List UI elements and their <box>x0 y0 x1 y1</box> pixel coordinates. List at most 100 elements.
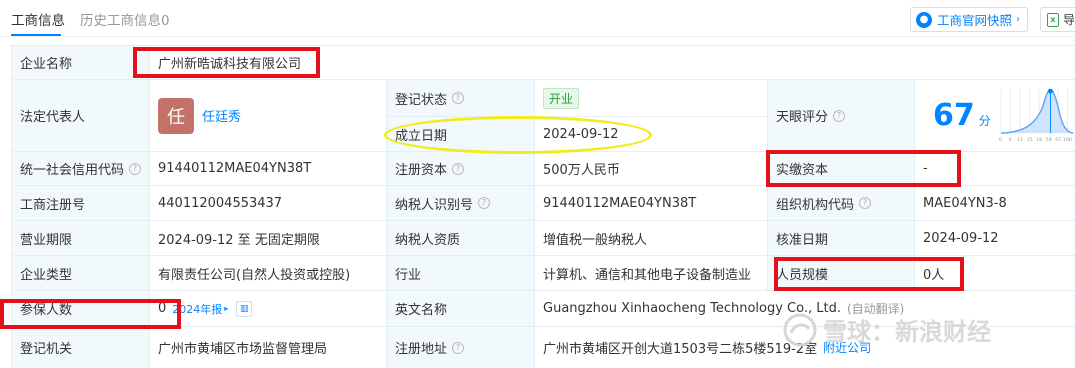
tick-label: 4 <box>1008 136 1011 142</box>
help-icon[interactable]: ? <box>478 197 491 209</box>
snapshot-label: 工商官网快照 <box>937 13 1013 28</box>
snowball-logo-icon <box>783 313 817 346</box>
export-button[interactable]: x 导 <box>1040 7 1075 32</box>
label-taxpayer-qual: 纳税人资质 <box>387 221 535 256</box>
help-icon[interactable]: ? <box>452 162 465 175</box>
label-text: 注册资本 <box>395 163 448 178</box>
label-reg-address: 注册地址? <box>387 327 535 368</box>
official-snapshot-button[interactable]: ● 工商官网快照 › <box>910 7 1028 32</box>
score-distribution-chart: 0 4 11 15 18 58 67 100 <box>999 87 1074 142</box>
label-reg-capital: 注册资本? <box>387 152 535 186</box>
label-text: 工商注册号 <box>20 197 86 213</box>
taxpayer-id-text: 91440112MAE04YN38T <box>543 195 697 211</box>
snapshot-icon: ● <box>916 11 932 28</box>
highlight-established-date <box>384 116 652 154</box>
highlight-paid-capital <box>766 150 961 187</box>
chart-icon[interactable]: ▥ <box>236 300 253 317</box>
highlight-company-name <box>133 47 320 78</box>
help-icon[interactable]: ? <box>833 109 846 122</box>
industry-text: 计算机、通信和其他电子设备制造业 <box>543 267 752 283</box>
tab-divider <box>0 36 1075 37</box>
tab-business-info[interactable]: 工商信息 <box>11 9 65 29</box>
company-type-text: 有限责任公司(自然人投资或控股) <box>158 267 351 283</box>
report-arrow-icon: ▸ <box>224 304 229 313</box>
value-taxpayer-qual: 增值税一般纳税人 <box>535 221 768 256</box>
label-company-type: 企业类型 <box>12 256 150 291</box>
tick-label: 18 <box>1036 136 1042 142</box>
distribution-area <box>1000 88 1074 133</box>
value-business-term: 2024-09-12 至 无固定期限 <box>150 221 387 256</box>
approval-date-text: 2024-09-12 <box>923 230 999 246</box>
value-taxpayer-id: 91440112MAE04YN38T <box>535 186 768 221</box>
label-credit-code: 统一社会信用代码? <box>12 152 150 186</box>
label-org-code: 组织机构代码? <box>768 186 915 221</box>
help-icon[interactable]: ? <box>452 92 465 104</box>
value-org-code: MAE04YN3-8 <box>915 186 1075 221</box>
status-badge: 开业 <box>543 87 580 109</box>
label-approval-date: 核准日期 <box>768 221 915 256</box>
value-tianyan-score: 67 分 0 4 11 15 18 58 67 100 <box>915 80 1075 152</box>
label-text: 天眼评分 <box>776 110 829 125</box>
tick-label: 11 <box>1017 136 1023 142</box>
tick-label: 58 <box>1045 136 1051 142</box>
score-marker-dot <box>1047 88 1053 94</box>
taxpayer-qual-text: 增值税一般纳税人 <box>543 232 648 248</box>
value-legal-rep: 任 任廷秀 <box>150 80 387 152</box>
label-reg-authority: 登记机关 <box>12 327 150 368</box>
highlight-insured <box>0 299 181 329</box>
value-reg-status: 开业 <box>535 80 768 117</box>
excel-icon: x <box>1047 12 1059 27</box>
reg-capital-text: 500万人民币 <box>543 163 620 178</box>
label-text: 登记状态 <box>395 92 448 108</box>
tab-history-business-info[interactable]: 历史工商信息0 <box>80 9 170 29</box>
label-text: 营业期限 <box>20 232 73 248</box>
reg-authority-text: 广州市黄埔区市场监督管理局 <box>158 342 328 357</box>
label-text: 法定代表人 <box>20 110 86 125</box>
business-term-text: 2024-09-12 至 无固定期限 <box>158 232 320 248</box>
value-industry: 计算机、通信和其他电子设备制造业 <box>535 256 768 291</box>
org-code-text: MAE04YN3-8 <box>923 195 1007 211</box>
help-icon[interactable]: ? <box>129 162 142 175</box>
tick-label: 0 <box>999 136 1002 142</box>
value-credit-code: 91440112MAE04YN38T <box>150 152 387 186</box>
label-reg-status: 登记状态? <box>387 80 535 117</box>
watermark-text: 雪球：新浪财经 <box>823 318 991 346</box>
label-tianyan-score: 天眼评分? <box>768 80 915 152</box>
value-company-type: 有限责任公司(自然人投资或控股) <box>150 256 387 291</box>
label-text: 核准日期 <box>776 232 829 248</box>
chevron-right-icon: › <box>1016 14 1021 25</box>
watermark: 雪球：新浪财经 <box>783 312 991 347</box>
label-text: 注册地址 <box>395 342 448 357</box>
value-approval-date: 2024-09-12 <box>915 221 1075 256</box>
value-reg-number: 440112004553437 <box>150 186 387 221</box>
score-number: 67 <box>933 98 975 133</box>
label-text: 英文名称 <box>395 303 448 318</box>
label-reg-number: 工商注册号 <box>12 186 150 221</box>
label-text: 纳税人资质 <box>395 232 461 248</box>
value-insured: 0 2024年报 ▸ ▥ <box>150 291 387 327</box>
label-text: 统一社会信用代码 <box>20 163 125 178</box>
tick-label: 15 <box>1026 136 1032 142</box>
label-text: 纳税人识别号 <box>395 197 474 213</box>
avatar[interactable]: 任 <box>158 97 194 134</box>
tick-label: 100 <box>1063 136 1072 142</box>
export-label: 导 <box>1063 13 1075 27</box>
label-text: 行业 <box>395 267 422 283</box>
label-industry: 行业 <box>387 256 535 291</box>
credit-code-text: 91440112MAE04YN38T <box>158 161 312 176</box>
label-text: 企业类型 <box>20 267 73 283</box>
label-english-name: 英文名称 <box>387 291 535 327</box>
label-text: 登记机关 <box>20 342 73 357</box>
legal-rep-link[interactable]: 任廷秀 <box>202 106 241 125</box>
label-text: 组织机构代码 <box>776 197 855 213</box>
value-reg-authority: 广州市黄埔区市场监督管理局 <box>150 327 387 368</box>
help-icon[interactable]: ? <box>452 341 465 354</box>
help-icon[interactable]: ? <box>859 197 872 209</box>
highlight-staff-size <box>774 257 964 291</box>
label-text: 企业名称 <box>20 57 73 72</box>
label-company-name: 企业名称 <box>12 46 150 80</box>
value-reg-capital: 500万人民币 <box>535 152 768 186</box>
score-unit: 分 <box>978 114 991 128</box>
label-business-term: 营业期限 <box>12 221 150 256</box>
tick-label: 67 <box>1055 136 1061 142</box>
